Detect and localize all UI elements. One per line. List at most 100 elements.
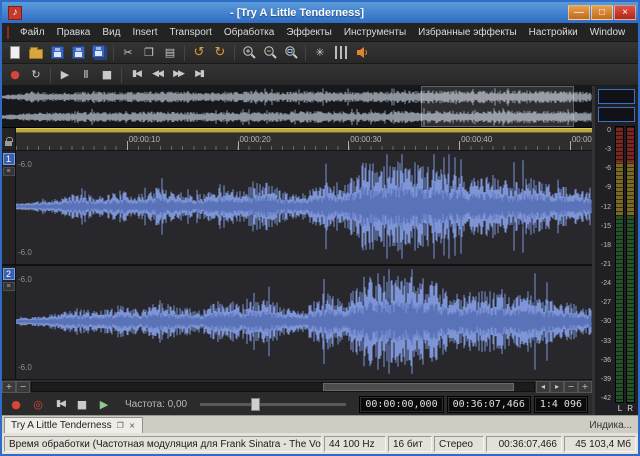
save-all-button[interactable] bbox=[89, 44, 109, 62]
rewind-button[interactable]: ◀◀ bbox=[147, 66, 167, 84]
channel-2-badge[interactable]: 2 bbox=[3, 268, 15, 280]
scroll-right-button[interactable]: ▸ bbox=[550, 381, 564, 393]
play-device-button[interactable] bbox=[352, 44, 372, 62]
go-to-start-button[interactable]: ▮◀ bbox=[126, 66, 146, 84]
menu-item-5[interactable]: Обработка bbox=[218, 25, 280, 40]
new-file-button[interactable] bbox=[5, 44, 25, 62]
stop-control-button[interactable]: ■ bbox=[72, 395, 92, 413]
overview-strip[interactable] bbox=[2, 86, 592, 128]
play-control-button[interactable]: ▶ bbox=[94, 395, 114, 413]
menu-item-10[interactable]: Window bbox=[584, 25, 632, 40]
paste-button[interactable]: ▤ bbox=[160, 44, 180, 62]
status-free-space: 45 103,4 Мб bbox=[564, 436, 636, 452]
zoom-in-icon bbox=[242, 45, 257, 60]
ruler-major-tick bbox=[127, 141, 128, 150]
tab-close-icon[interactable]: × bbox=[129, 421, 136, 430]
channel-1: 1 ≡ -6.0 -∞ -6.0 bbox=[2, 151, 592, 264]
close-button[interactable]: × bbox=[614, 5, 636, 20]
status-duration: 00:36:07,466 bbox=[486, 436, 562, 452]
zoom-in-button[interactable] bbox=[239, 44, 259, 62]
zoom-in-h-button[interactable]: + bbox=[578, 381, 592, 393]
position-display: 00:00:00,000 bbox=[359, 396, 443, 413]
zoom-selection-button[interactable] bbox=[281, 44, 301, 62]
channel-1-badge[interactable]: 1 bbox=[3, 153, 15, 165]
stop-button[interactable]: ■ bbox=[97, 66, 117, 84]
channel-1-wave-area[interactable]: -6.0 -∞ -6.0 bbox=[16, 151, 592, 264]
minimize-button[interactable]: — bbox=[568, 5, 590, 20]
mixer-button[interactable] bbox=[331, 44, 351, 62]
record-control-button[interactable]: ● bbox=[6, 395, 26, 413]
ruler-time-label: 00:00:20 bbox=[240, 135, 271, 144]
document-tab[interactable]: Try A Little Tenderness ❐ × bbox=[4, 417, 143, 433]
pause-button[interactable]: Ⅱ bbox=[76, 66, 96, 84]
properties-button[interactable]: ✳ bbox=[310, 44, 330, 62]
scrollbar-thumb[interactable] bbox=[323, 383, 514, 391]
zoom-in-small-button[interactable]: + bbox=[2, 381, 16, 393]
save-button[interactable] bbox=[47, 44, 67, 62]
tab-restore-icon[interactable]: ❐ bbox=[117, 421, 124, 430]
undo-button[interactable]: ↺ bbox=[189, 44, 209, 62]
menu-item-11[interactable]: Help bbox=[631, 25, 640, 40]
forward-button[interactable]: ▶▶ bbox=[168, 66, 188, 84]
menu-item-1[interactable]: Правка bbox=[51, 25, 97, 40]
time-ruler[interactable]: 00:00:1000:00:2000:00:3000:00:4000:00:50 bbox=[2, 133, 592, 151]
meter-db-value: -12 bbox=[601, 204, 611, 211]
zoom-out-h-button[interactable]: − bbox=[564, 381, 578, 393]
channel-1-waveform bbox=[16, 151, 592, 262]
menu-item-6[interactable]: Эффекты bbox=[280, 25, 337, 40]
menu-item-4[interactable]: Transport bbox=[163, 25, 217, 40]
record-remote-control-button[interactable]: ◎ bbox=[28, 395, 48, 413]
window-title: - [Try A Little Tenderness] bbox=[26, 7, 568, 19]
frequency-slider[interactable] bbox=[200, 403, 346, 406]
lock-icon[interactable] bbox=[5, 141, 12, 146]
app-icon: ♪ bbox=[8, 6, 22, 20]
loop-playback-button[interactable]: ↻ bbox=[26, 66, 46, 84]
meter-channel-box-1[interactable] bbox=[598, 89, 635, 104]
level-meter-panel: 0-3-6-9-12-15-18-21-24-27-30-33-36-39-42… bbox=[592, 86, 638, 415]
copy-button[interactable]: ❐ bbox=[139, 44, 159, 62]
meter-db-value: -24 bbox=[601, 280, 611, 287]
channel-1-menu-icon[interactable]: ≡ bbox=[3, 167, 15, 176]
zoom-out-small-button[interactable]: − bbox=[16, 381, 30, 393]
menu-item-9[interactable]: Настройки bbox=[523, 25, 584, 40]
menu-item-8[interactable]: Избранные эффекты bbox=[412, 25, 522, 40]
menu-item-3[interactable]: Insert bbox=[126, 25, 163, 40]
ruler-scale[interactable]: 00:00:1000:00:2000:00:3000:00:4000:00:50 bbox=[16, 133, 592, 150]
meter-db-value: -6 bbox=[605, 165, 611, 172]
zoom-out-button[interactable] bbox=[260, 44, 280, 62]
save-as-button[interactable] bbox=[68, 44, 88, 62]
document-tab-bar: Try A Little Tenderness ❐ × Индика... bbox=[2, 415, 638, 433]
go-to-end-button[interactable]: ▶▮ bbox=[189, 66, 209, 84]
frequency-slider-handle[interactable] bbox=[251, 398, 260, 411]
play-icon: ▶ bbox=[61, 69, 69, 80]
stop-icon: ■ bbox=[102, 69, 112, 80]
menu-item-0[interactable]: Файл bbox=[14, 25, 51, 40]
menu-bar: ФайлПравкаВидInsertTransportОбработкаЭфф… bbox=[2, 23, 638, 42]
play-icon: ▶ bbox=[100, 399, 108, 410]
horizontal-scrollbar[interactable] bbox=[31, 382, 535, 392]
record-button[interactable]: ● bbox=[5, 66, 25, 84]
redo-button[interactable]: ↻ bbox=[210, 44, 230, 62]
meter-channel-box-2[interactable] bbox=[598, 107, 635, 122]
maximize-button[interactable]: □ bbox=[591, 5, 613, 20]
mixer-icon bbox=[335, 46, 348, 59]
overview-view-window[interactable] bbox=[421, 86, 574, 127]
meter-db-value: -18 bbox=[601, 242, 611, 249]
menu-item-7[interactable]: Инструменты bbox=[338, 25, 412, 40]
channel-2-wave-area[interactable]: -6.0 -∞ -6.0 bbox=[16, 266, 592, 379]
menu-item-2[interactable]: Вид bbox=[96, 25, 126, 40]
channel-2-menu-icon[interactable]: ≡ bbox=[3, 282, 15, 291]
document-icon[interactable] bbox=[7, 26, 9, 39]
meter-db-value: -27 bbox=[601, 299, 611, 306]
cut-button[interactable]: ✂ bbox=[118, 44, 138, 62]
go-to-start-control-button[interactable]: ▮◀ bbox=[50, 395, 70, 413]
toolbar-separator bbox=[305, 45, 306, 61]
open-file-button[interactable] bbox=[26, 44, 46, 62]
meter-panel-tab[interactable]: Индика... bbox=[589, 420, 636, 433]
app-window: ♪ - [Try A Little Tenderness] — □ × Файл… bbox=[0, 0, 640, 456]
meter-db-value: -39 bbox=[601, 376, 611, 383]
meter-bar-right bbox=[626, 126, 635, 403]
play-button[interactable]: ▶ bbox=[55, 66, 75, 84]
toolbar-separator bbox=[184, 45, 185, 61]
scroll-left-button[interactable]: ◂ bbox=[536, 381, 550, 393]
